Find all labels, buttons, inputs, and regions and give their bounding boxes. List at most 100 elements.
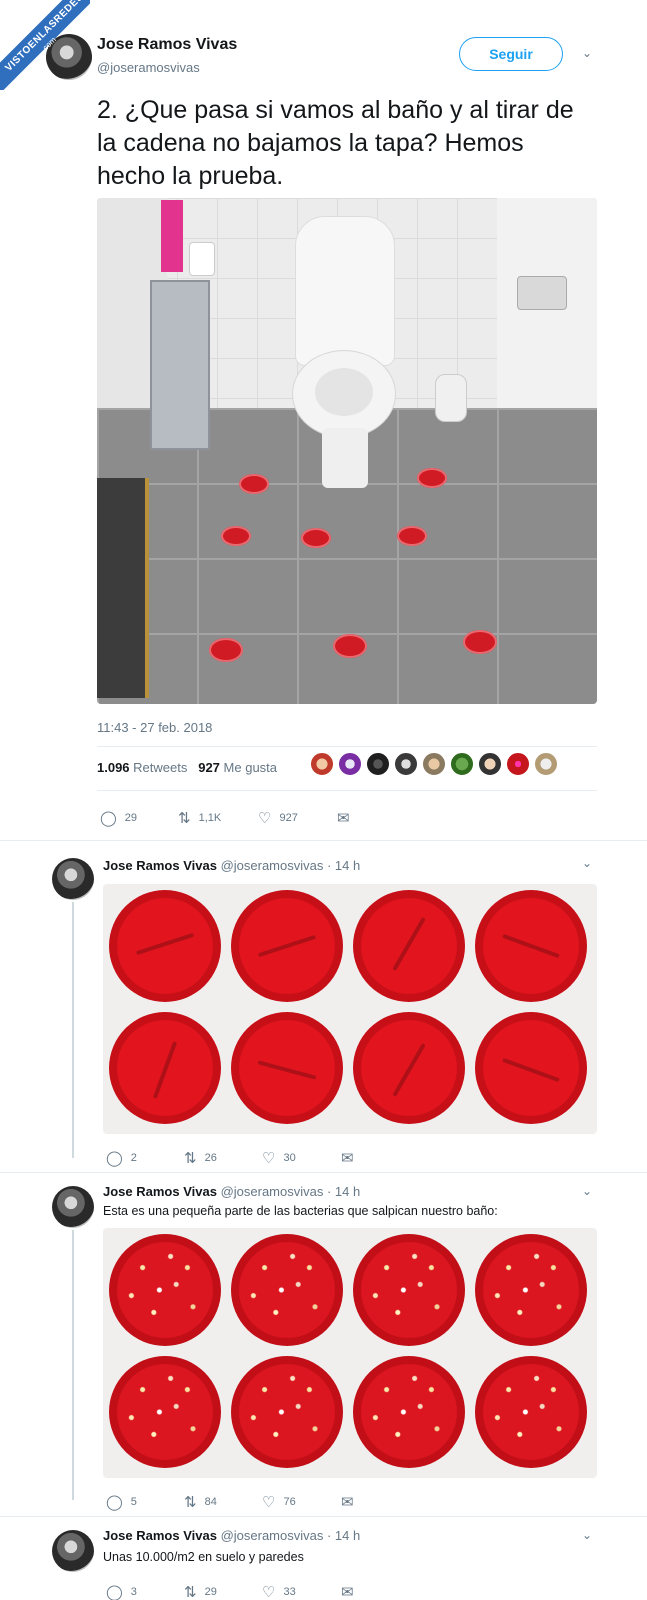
- likes-label[interactable]: Me gusta: [224, 760, 277, 775]
- author-handle[interactable]: @joseramosvivas: [97, 60, 200, 75]
- tweet-timestamp[interactable]: 11:43 - 27 feb. 2018: [97, 720, 212, 735]
- avatar[interactable]: [52, 1186, 94, 1228]
- petri-plate: [231, 1234, 343, 1346]
- reply-button[interactable]: ◯ 5: [106, 1492, 137, 1512]
- petri-plate: [475, 1356, 587, 1468]
- likes-count[interactable]: 927: [198, 760, 220, 775]
- reply-button[interactable]: ◯ 3: [106, 1582, 137, 1600]
- reply-count: 2: [130, 1152, 137, 1164]
- liker-avatar[interactable]: [478, 752, 502, 776]
- reply-header: Jose Ramos Vivas @joseramosvivas · 14 h: [103, 1528, 361, 1543]
- petri-plates-image[interactable]: [103, 884, 597, 1134]
- author-handle[interactable]: @joseramosvivas: [221, 1528, 324, 1543]
- liker-avatar[interactable]: [394, 752, 418, 776]
- thread-line: [72, 902, 74, 1158]
- avatar[interactable]: [52, 1530, 94, 1572]
- reply-text: Esta es una pequeña parte de las bacteri…: [103, 1204, 498, 1218]
- retweet-button[interactable]: ⇅ 29: [184, 1582, 217, 1600]
- reply-time[interactable]: 14 h: [335, 858, 360, 873]
- petri-plate: [353, 1356, 465, 1468]
- petri-plate: [231, 1356, 343, 1468]
- liker-avatar[interactable]: [310, 752, 334, 776]
- message-button[interactable]: ✉: [341, 1148, 354, 1168]
- petri-dish: [221, 526, 251, 546]
- reply-icon: ◯: [100, 810, 117, 827]
- message-button[interactable]: ✉: [337, 808, 350, 828]
- reply-button[interactable]: ◯ 2: [106, 1148, 137, 1168]
- liker-avatar[interactable]: [366, 752, 390, 776]
- petri-dish: [463, 630, 497, 654]
- heart-icon: ♡: [262, 1494, 276, 1511]
- retweet-count: 26: [204, 1152, 217, 1164]
- petri-dish: [417, 468, 447, 488]
- reply-time[interactable]: 14 h: [335, 1184, 360, 1199]
- avatar[interactable]: [52, 858, 94, 900]
- chevron-down-icon[interactable]: ⌄: [580, 856, 594, 870]
- reply-count: 29: [124, 812, 138, 824]
- follow-button[interactable]: Seguir: [459, 37, 563, 71]
- tweet-stats: 1.096 Retweets 927 Me gusta: [97, 760, 277, 775]
- reply-count: 5: [130, 1496, 137, 1508]
- liker-avatar[interactable]: [450, 752, 474, 776]
- like-button[interactable]: ♡ 30: [262, 1148, 296, 1168]
- reply-button[interactable]: ◯ 29: [100, 808, 137, 828]
- photo-bin: [150, 280, 210, 450]
- like-count: 30: [283, 1152, 296, 1164]
- like-count: 927: [279, 812, 298, 824]
- envelope-icon: ✉: [341, 1494, 354, 1511]
- author-handle[interactable]: @joseramosvivas: [221, 858, 324, 873]
- retweets-label[interactable]: Retweets: [133, 760, 187, 775]
- tweet-photo[interactable]: [97, 198, 597, 704]
- reply-text: Unas 10.000/m2 en suelo y paredes: [103, 1550, 304, 1564]
- divider: [97, 746, 597, 747]
- chevron-down-icon[interactable]: ⌄: [580, 1528, 594, 1542]
- author-name[interactable]: Jose Ramos Vivas: [103, 858, 217, 873]
- reply-time[interactable]: 14 h: [335, 1528, 360, 1543]
- petri-dish: [397, 526, 427, 546]
- petri-dish: [239, 474, 269, 494]
- petri-plate: [109, 1356, 221, 1468]
- petri-plate: [475, 1234, 587, 1346]
- author-name[interactable]: Jose Ramos Vivas: [103, 1184, 217, 1199]
- envelope-icon: ✉: [341, 1150, 354, 1167]
- reply-header: Jose Ramos Vivas @joseramosvivas · 14 h: [103, 1184, 361, 1199]
- liker-avatar[interactable]: [422, 752, 446, 776]
- liker-avatar[interactable]: [338, 752, 362, 776]
- photo-toilet-bowl: [315, 368, 373, 416]
- message-button[interactable]: ✉: [341, 1582, 354, 1600]
- chevron-down-icon[interactable]: ⌄: [580, 1184, 594, 1198]
- reply-header: Jose Ramos Vivas @joseramosvivas · 14 h: [103, 858, 361, 873]
- retweet-button[interactable]: ⇅ 1,1K: [178, 808, 221, 828]
- heart-icon: ♡: [258, 810, 272, 827]
- like-count: 33: [283, 1586, 296, 1598]
- liker-avatar[interactable]: [506, 752, 530, 776]
- author-name[interactable]: Jose Ramos Vivas: [97, 36, 237, 54]
- like-button[interactable]: ♡ 33: [262, 1582, 296, 1600]
- message-button[interactable]: ✉: [341, 1492, 354, 1512]
- photo-roll: [189, 242, 215, 276]
- bacteria-plates-image[interactable]: [103, 1228, 597, 1478]
- tweet-text: 2. ¿Que pasa si vamos al baño y al tirar…: [97, 96, 574, 190]
- retweets-count[interactable]: 1.096: [97, 760, 130, 775]
- chevron-down-icon[interactable]: ⌄: [580, 46, 594, 60]
- envelope-icon: ✉: [341, 1584, 354, 1600]
- author-handle[interactable]: @joseramosvivas: [221, 1184, 324, 1199]
- reply-icon: ◯: [106, 1494, 123, 1511]
- petri-dish: [301, 528, 331, 548]
- thread-line: [72, 1230, 74, 1500]
- retweet-icon: ⇅: [184, 1150, 197, 1167]
- author-name[interactable]: Jose Ramos Vivas: [103, 1528, 217, 1543]
- retweet-button[interactable]: ⇅ 26: [184, 1148, 217, 1168]
- retweet-icon: ⇅: [184, 1494, 197, 1511]
- retweet-icon: ⇅: [178, 810, 191, 827]
- liker-avatar[interactable]: [534, 752, 558, 776]
- like-button[interactable]: ♡ 76: [262, 1492, 296, 1512]
- reply-icon: ◯: [106, 1584, 123, 1600]
- retweet-button[interactable]: ⇅ 84: [184, 1492, 217, 1512]
- retweet-count: 84: [204, 1496, 217, 1508]
- like-button[interactable]: ♡ 927: [258, 808, 298, 828]
- retweet-icon: ⇅: [184, 1584, 197, 1600]
- photo-toilet-lid: [295, 216, 395, 366]
- petri-dish: [333, 634, 367, 658]
- photo-toilet-brush: [435, 374, 467, 422]
